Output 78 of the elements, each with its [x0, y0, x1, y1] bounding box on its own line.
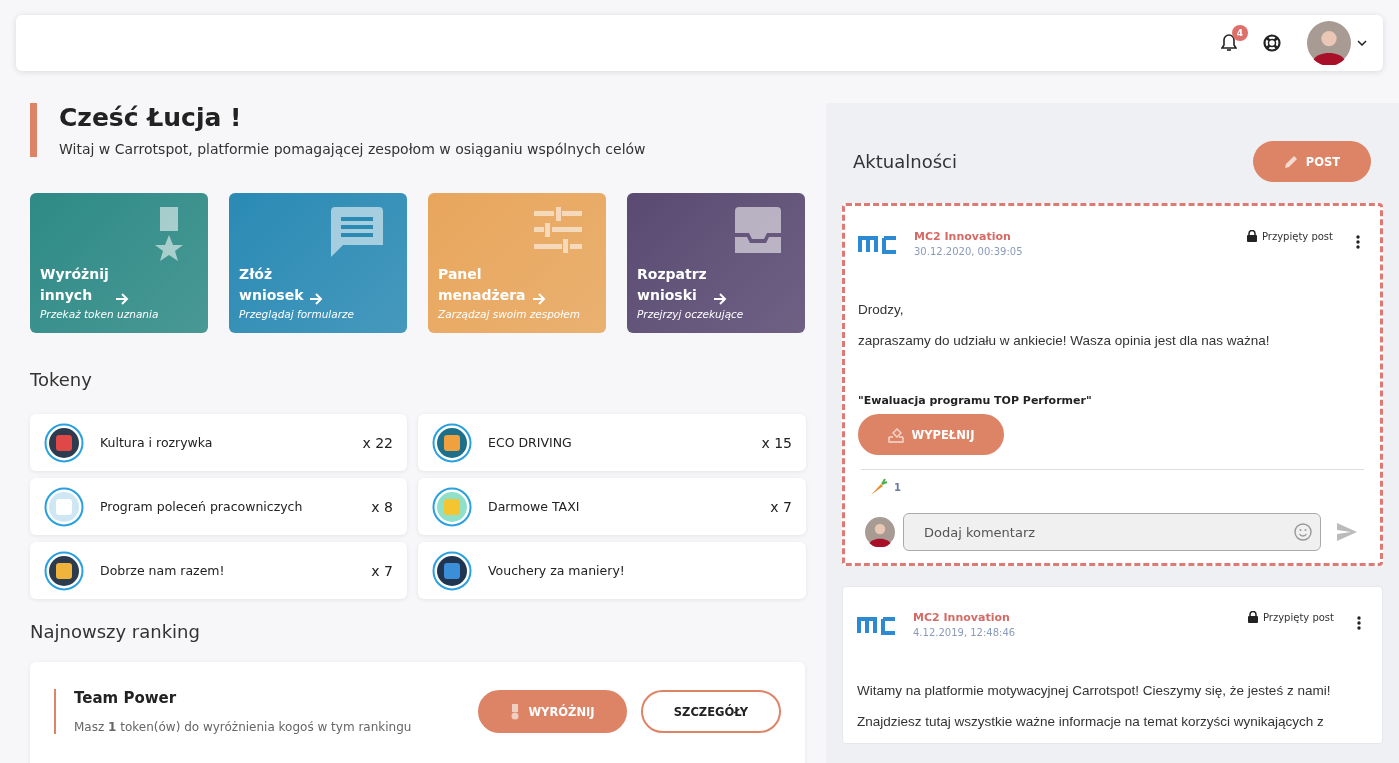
token-emblem-icon — [44, 486, 84, 527]
token-row[interactable]: Dobrze nam razem! x 7 — [30, 542, 407, 599]
chat-icon — [331, 207, 383, 259]
token-emblem-icon — [432, 422, 472, 463]
section-title: Najnowszy ranking — [30, 621, 201, 642]
lock-icon — [1246, 230, 1257, 242]
tile-title: Złóż wniosek — [239, 265, 304, 305]
token-count: x 15 — [761, 434, 792, 451]
more-options-icon[interactable] — [1357, 616, 1361, 630]
arrow-right-icon — [531, 292, 546, 306]
action-tile[interactable]: Złóż wniosek Przeglądaj formularze — [229, 193, 407, 333]
token-row[interactable]: Program poleceń pracowniczych x 8 — [30, 478, 407, 535]
pencil-icon — [1283, 154, 1298, 169]
post-paragraph: Drodzy, — [858, 301, 905, 319]
token-count: x 7 — [770, 498, 792, 515]
survey-title: "Ewaluacja programu TOP Performer" — [858, 394, 1093, 407]
tile-subtitle: Przekaż token uznania — [40, 308, 160, 320]
token-count: x 7 — [371, 562, 393, 579]
inbox-icon — [735, 207, 781, 253]
tile-title: Wyróżnij innych — [40, 265, 109, 305]
help-lifebuoy-icon[interactable] — [1263, 34, 1281, 52]
action-tile[interactable]: Wyróżnij innych Przekaż token uznania — [30, 193, 208, 333]
token-emblem-icon — [432, 486, 472, 527]
medal-icon — [154, 207, 184, 263]
sliders-icon — [534, 207, 582, 253]
tile-title: Rozpatrz wnioski — [637, 265, 707, 305]
notification-count: 4 — [1232, 25, 1248, 41]
tile-subtitle: Przeglądaj formularze — [239, 308, 355, 320]
post-paragraph: zapraszamy do udziału w ankiecie! Wasza opinia jest dla nas ważna! — [858, 332, 1271, 350]
post-author[interactable]: MC2 Innovation — [914, 230, 1231, 243]
chevron-down-icon[interactable] — [1357, 40, 1367, 46]
notification-bell-icon[interactable] — [1221, 34, 1237, 52]
post-date: 4.12.2019, 12:48:46 — [913, 627, 1017, 638]
post-paragraph: Znajdziesz tutaj wszystkie ważne informacje na temat korzyści wynikających z — [857, 713, 1325, 731]
tile-title: Panel menadżera — [438, 265, 526, 305]
arrow-right-icon — [114, 292, 129, 306]
post-date: 30.12.2020, 00:39:05 — [914, 246, 1024, 257]
section-title: Tokeny — [30, 369, 93, 390]
token-row[interactable]: ECO DRIVING x 15 — [418, 414, 806, 471]
token-name: Vouchery za maniery! — [488, 563, 626, 578]
medal-icon — [510, 703, 521, 720]
comment-input[interactable]: Dodaj komentarz — [922, 523, 1294, 541]
arrow-right-icon — [712, 292, 727, 306]
tile-subtitle: Przejrzyj oczekujące — [637, 308, 745, 320]
reaction-count: 1 — [894, 481, 901, 493]
avatar — [865, 517, 895, 547]
lock-icon — [1247, 611, 1258, 623]
pinned-label: Przypięty post — [1262, 611, 1334, 623]
more-options-icon[interactable] — [1356, 235, 1360, 249]
token-emblem-icon — [44, 422, 84, 463]
token-name: ECO DRIVING — [488, 435, 573, 450]
carrot-icon[interactable] — [870, 478, 888, 496]
token-name: Program poleceń pracowniczych — [100, 499, 304, 514]
team-name: Team Power — [74, 689, 178, 707]
token-row[interactable]: Darmowe TAXI x 7 — [418, 478, 806, 535]
greeting-subtitle: Witaj w Carrotspot, platformie pomagającej zespołom w osiąganiu wspólnych celów — [59, 141, 647, 157]
token-row[interactable]: Vouchery za maniery! — [418, 542, 806, 599]
token-emblem-icon — [44, 550, 84, 591]
details-button[interactable]: SZCZEGÓŁY — [641, 690, 781, 733]
news-title: Aktualności — [853, 151, 957, 172]
token-name: Darmowe TAXI — [488, 499, 581, 514]
token-count: x 8 — [371, 498, 393, 515]
tile-subtitle: Zarządzaj swoim zespołem — [438, 308, 581, 320]
ranking-info: Masz 1 token(ów) do wyróżnienia kogoś w tym rankingu — [74, 720, 413, 734]
ballot-icon — [887, 426, 904, 443]
pinned-label: Przypięty post — [1261, 230, 1333, 242]
token-emblem-icon — [432, 550, 472, 591]
token-count: x 22 — [362, 434, 393, 451]
post-paragraph: Witamy na platformie motywacyjnej Carrotspot! Cieszymy się, że jesteś z nami! — [857, 682, 1332, 700]
token-name: Kultura i rozrywka — [100, 435, 214, 450]
action-tile[interactable]: Rozpatrz wnioski Przejrzyj oczekujące — [627, 193, 805, 333]
token-name: Dobrze nam razem! — [100, 563, 226, 578]
greeting-title: Cześć Łucja ! — [59, 103, 243, 132]
comment-field[interactable]: Dodaj komentarz — [903, 513, 1321, 551]
avatar — [1307, 21, 1351, 65]
token-row[interactable]: Kultura i rozrywka x 22 — [30, 414, 407, 471]
arrow-right-icon — [309, 292, 324, 306]
post-author[interactable]: MC2 Innovation — [913, 611, 1232, 624]
